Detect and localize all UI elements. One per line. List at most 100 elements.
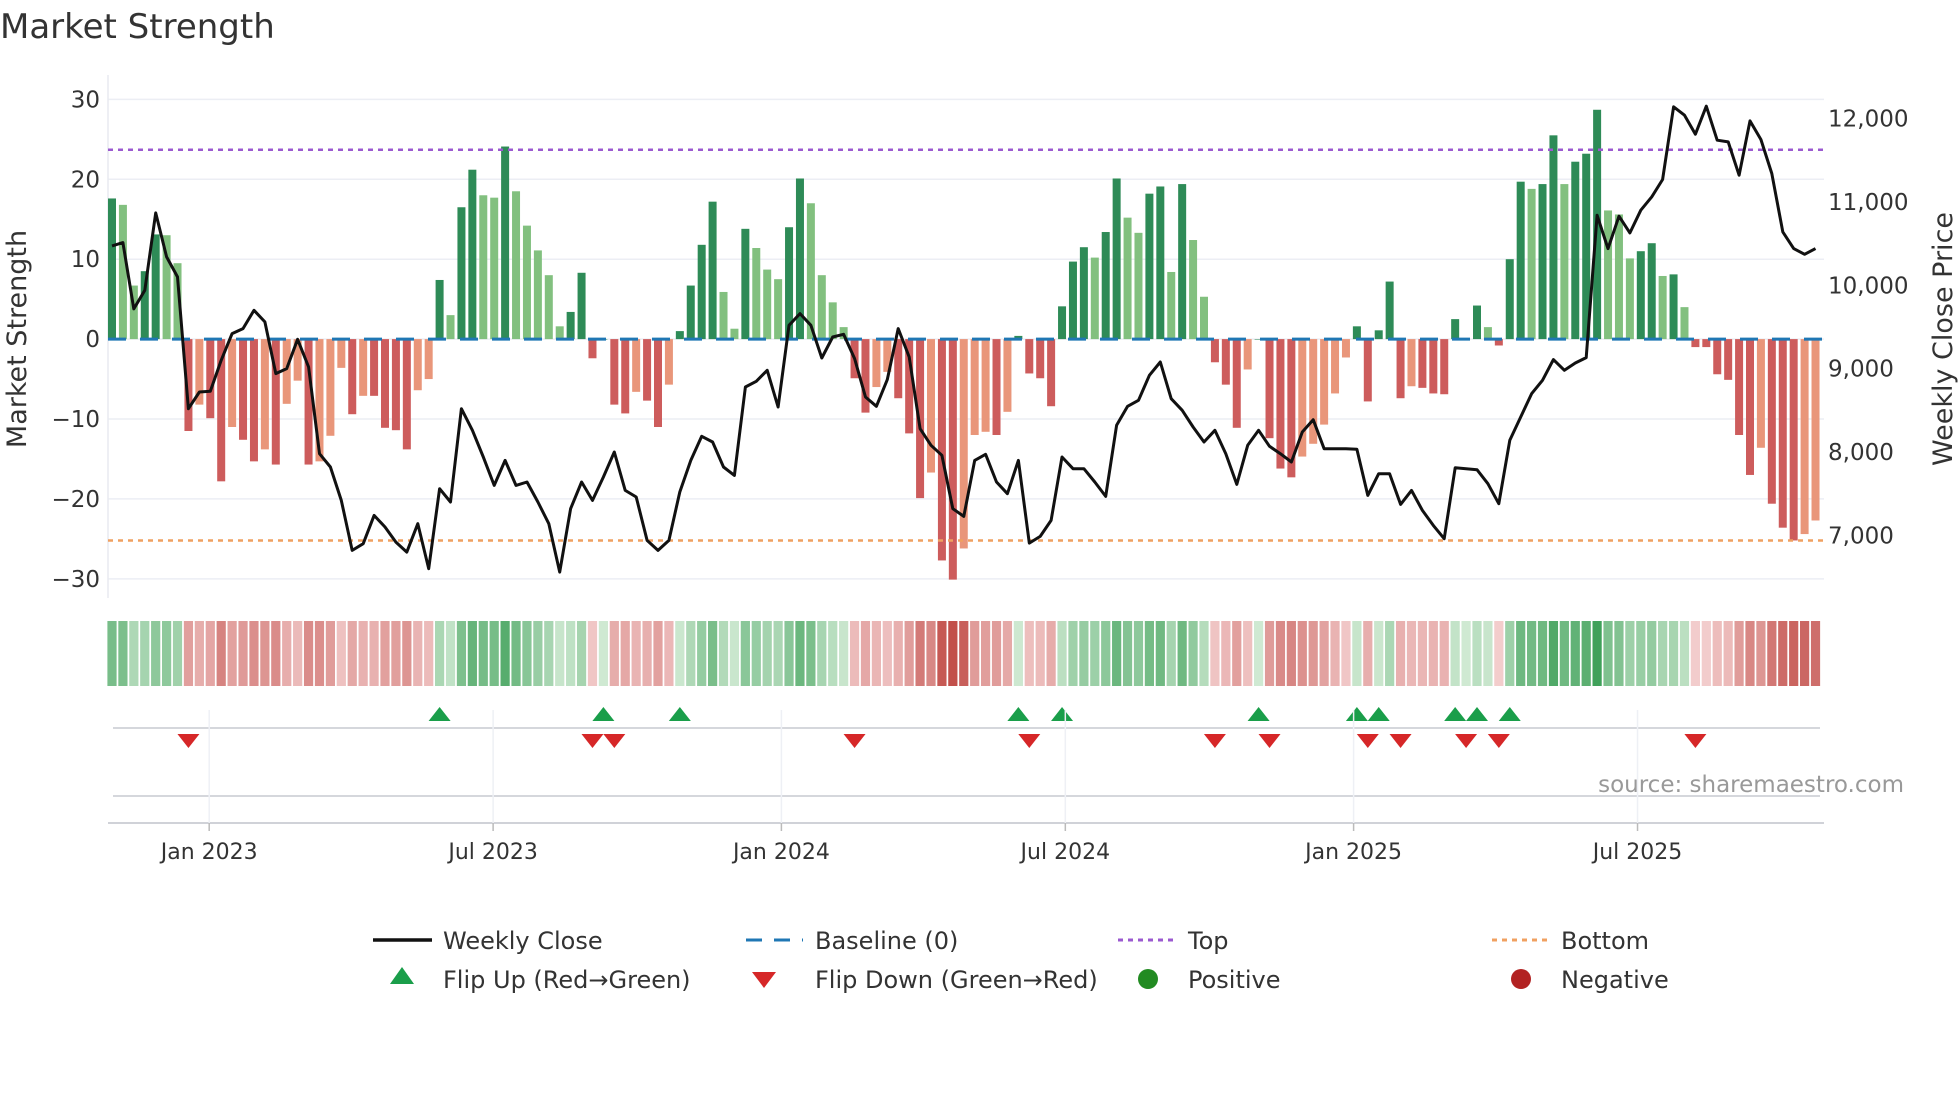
strength-bar [1451,319,1460,340]
strip-cell [1319,621,1329,686]
strip-cell [926,621,936,686]
strip-cell [1778,621,1788,686]
strip-cell [806,621,816,686]
strip-cell [904,621,914,686]
legend-positive: Positive [1188,966,1281,994]
strength-bar [686,285,695,340]
strength-bar [1134,232,1143,340]
strength-bar [1407,339,1416,387]
strength-bar [1210,339,1219,363]
strength-bar [675,331,684,340]
strip-cell [1090,621,1100,686]
strip-cell [762,621,772,686]
strip-cell [1243,621,1253,686]
strength-bar [555,326,564,340]
strip-cell [1112,621,1122,686]
legend: Weekly Close Baseline (0) Top Bottom Fli… [373,927,1669,994]
flip-up-marker [1498,707,1521,721]
strip-cell [1527,621,1537,686]
strip-cell [1668,621,1679,686]
flip-down-marker [177,734,200,748]
flip-down-marker [581,734,604,748]
strength-bar [1713,339,1722,375]
flip-down-marker [1455,734,1478,748]
strength-bar [763,269,772,340]
strength-bar [108,198,116,340]
flip-down-marker [1487,734,1510,748]
strip-cell [1101,621,1111,686]
strip-cell [347,621,357,686]
flip-down-marker [1258,734,1281,748]
strip-cell [282,621,292,686]
strength-bar [435,279,444,340]
strength-bar [1505,259,1514,340]
strength-bar [643,339,652,401]
legend-flip-up-icon [390,967,414,984]
strip-cell [1068,621,1078,686]
strength-bar [457,207,466,340]
strength-bar [391,339,400,431]
strip-cell [915,621,925,686]
strength-bar [1003,339,1012,412]
strength-bar [1560,184,1569,340]
strength-bar [1527,188,1536,340]
strip-cell [293,621,303,686]
strength-bar [1473,305,1481,340]
strip-cell [522,621,532,686]
strip-cell [1800,621,1810,686]
strength-bar [424,339,433,380]
strip-cell [1505,621,1515,686]
strength-bar [370,339,379,396]
x-axis: Jan 2023 Jul 2023 Jan 2024 Jul 2024 Jan 2025… [108,710,1824,865]
strength-bar [1778,339,1787,528]
strength-bar [817,275,826,340]
strip-cell [1286,621,1296,686]
strip-cell [151,621,161,686]
strip-cell [1745,621,1755,686]
strip-cell [1537,621,1548,686]
strength-bar [1735,339,1744,435]
strength-bar [228,339,237,427]
chart-title: Market Strength [0,7,275,47]
strip-cell [697,621,707,686]
strength-bar [1724,339,1733,380]
strength-bar [1767,339,1776,504]
strip-cell [1450,621,1460,686]
strength-bar [1483,327,1492,340]
strip-cell [1232,621,1242,686]
strength-bar [927,339,935,473]
strip-cell [1264,621,1275,686]
strength-bar [861,339,870,413]
strip-cell [970,621,980,686]
strength-bar [1374,330,1383,340]
strip-cell [1122,621,1133,686]
strip-cell [1483,621,1493,686]
strength-bar [512,191,521,340]
strip-cell [1046,621,1056,686]
strength-bar [1189,240,1198,340]
strength-bar [1265,339,1274,439]
strip-cell [271,621,281,686]
strip-cell [500,621,510,686]
strip-cell [391,621,401,686]
strength-bar [337,339,346,368]
strip-cell [1166,621,1176,686]
market-strength-chart: Market Strength Market Strength Weekly C… [0,7,1959,994]
strip-cell [598,621,608,686]
strength-bar [1385,281,1394,340]
strength-bar [544,275,553,340]
flip-down-marker [843,734,866,748]
strip-cell [751,621,761,686]
strength-bar [1167,271,1176,340]
strip-cell [467,621,477,686]
strength-bar [326,339,335,436]
left-tick-label: 10 [71,247,100,273]
strip-cell [1472,621,1482,686]
right-tick-label: 12,000 [1828,107,1908,133]
flip-down-marker [1203,734,1226,748]
strip-cell [1363,621,1373,686]
strip-cell [839,621,849,686]
strength-bar [1516,181,1525,340]
flip-up-marker [1051,707,1074,721]
strip-cell [1352,621,1362,686]
